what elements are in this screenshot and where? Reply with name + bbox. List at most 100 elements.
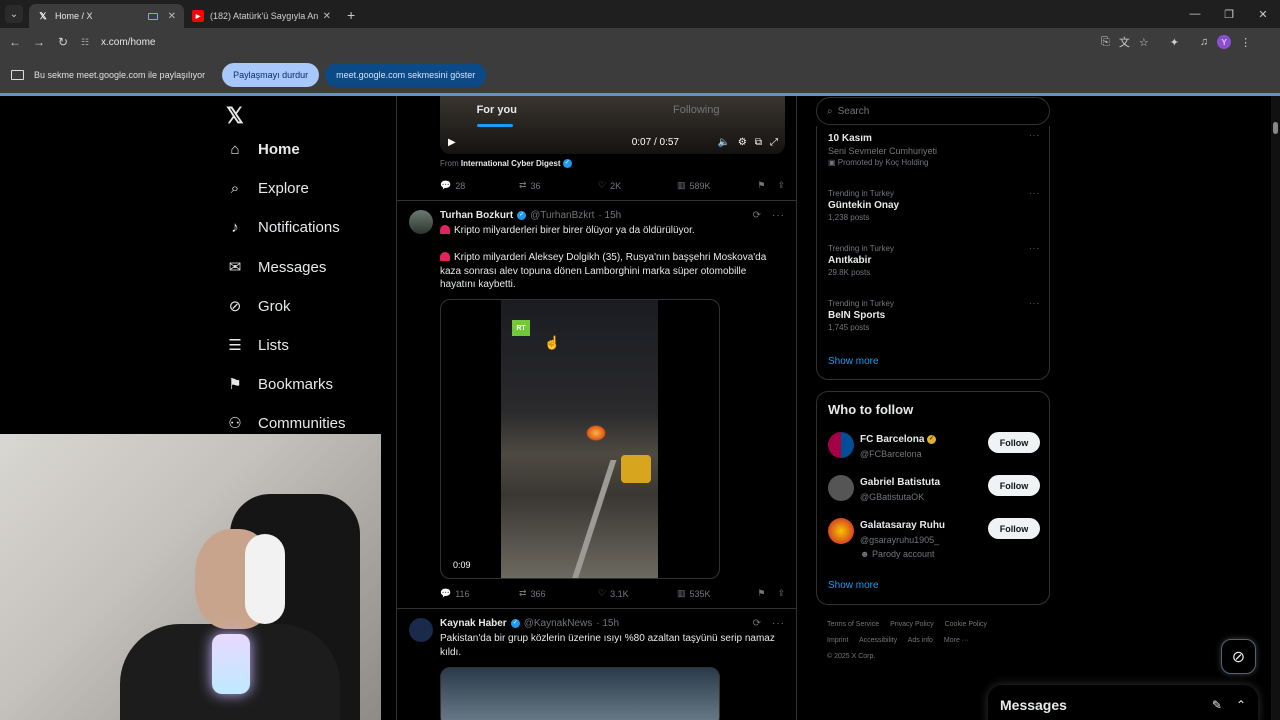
avatar[interactable] xyxy=(828,518,854,544)
tab-youtube[interactable]: ▶ (182) Atatürk'ü Saygıyla Anıyoruz ✕ xyxy=(184,4,339,28)
footer-link[interactable]: Accessibility xyxy=(859,637,897,644)
trend-item[interactable]: 10 Kasım Seni Sevmeler Cumhuriyeti ▣ Pro… xyxy=(828,131,1040,167)
volume-icon[interactable]: 🔈 xyxy=(717,137,729,148)
translate-icon[interactable]: 文 xyxy=(1119,34,1130,50)
new-tab-icon[interactable]: + xyxy=(347,7,355,23)
grok-explain-icon[interactable]: ⟳ xyxy=(753,618,762,629)
account-name[interactable]: Galatasaray Ruhu xyxy=(860,520,945,531)
author-name[interactable]: Turhan Bozkurt xyxy=(440,210,513,221)
forward-icon[interactable]: → xyxy=(27,35,51,49)
reply-button[interactable]: 💬 28 xyxy=(440,180,519,191)
trends-show-more-link[interactable]: Show more xyxy=(828,356,879,367)
stop-sharing-button[interactable]: Paylaşmayı durdur xyxy=(222,62,320,87)
install-icon[interactable]: ⎘ xyxy=(1101,36,1110,49)
nav-notifications[interactable]: ♪ Notifications xyxy=(226,219,339,236)
page-scrollbar[interactable] xyxy=(1271,96,1280,720)
reload-icon[interactable]: ↻ xyxy=(51,35,75,49)
tab-search-button[interactable]: ⌄ xyxy=(5,5,23,23)
tab-following[interactable]: Following xyxy=(597,96,797,128)
author-handle[interactable]: @KaynakNews xyxy=(524,618,593,629)
star-icon[interactable]: ☆ xyxy=(1139,36,1149,49)
share-icon[interactable]: ⇪ xyxy=(777,588,785,599)
views-button[interactable]: ▥ 589K xyxy=(677,180,756,191)
post-time[interactable]: · 15h xyxy=(598,210,621,221)
author-handle[interactable]: @TurhanBzkrt xyxy=(530,210,594,221)
messages-drawer[interactable]: Messages ✎ ⌃ xyxy=(988,685,1258,720)
back-icon[interactable]: ← xyxy=(3,35,27,49)
restore-icon[interactable]: ❐ xyxy=(1212,8,1246,21)
nav-explore[interactable]: ⌕ Explore xyxy=(226,180,309,197)
nav-lists[interactable]: ☰ Lists xyxy=(226,336,289,355)
account-name[interactable]: Gabriel Batistuta xyxy=(860,477,940,488)
share-icon[interactable]: ⇪ xyxy=(777,180,785,191)
nav-messages[interactable]: ✉ Messages xyxy=(226,258,327,277)
footer-link[interactable]: Imprint xyxy=(827,637,848,644)
address-bar[interactable]: ☷ x.com/home xyxy=(81,31,1091,53)
follow-button[interactable]: Follow xyxy=(988,518,1040,539)
site-settings-icon[interactable]: ☷ xyxy=(81,37,95,48)
source-name[interactable]: International Cyber Digest xyxy=(461,159,561,168)
account-name[interactable]: FC Barcelona xyxy=(860,434,924,445)
avatar[interactable] xyxy=(828,475,854,501)
more-icon[interactable]: ··· xyxy=(772,618,785,629)
avatar[interactable] xyxy=(409,210,433,234)
follow-button[interactable]: Follow xyxy=(988,475,1040,496)
menu-icon[interactable]: ⋮ xyxy=(1240,36,1251,49)
close-tab-icon[interactable]: ✕ xyxy=(323,11,331,22)
like-button[interactable]: ♡ 3.1K xyxy=(598,588,677,599)
grok-explain-icon[interactable]: ⟳ xyxy=(753,210,762,221)
more-icon[interactable]: ··· xyxy=(1029,299,1040,308)
follow-show-more-link[interactable]: Show more xyxy=(828,580,879,591)
follow-suggestion[interactable]: Gabriel Batistuta @GBatistutaOK Follow xyxy=(828,475,1040,504)
scrollbar-thumb[interactable] xyxy=(1273,122,1278,134)
trend-item[interactable]: Trending in Turkey Anıtkabir 29.8K posts… xyxy=(828,244,1040,277)
bookmark-icon[interactable]: ⚑ xyxy=(757,180,765,191)
media-icon[interactable]: ♫ xyxy=(1200,36,1208,48)
footer-link[interactable]: More ··· xyxy=(944,637,969,644)
post-image[interactable] xyxy=(440,667,720,720)
search-input[interactable]: ⌕ Search xyxy=(816,97,1050,125)
follow-suggestion[interactable]: Galatasaray Ruhu @gsarayruhu1905_ ☻ Paro… xyxy=(828,518,1040,561)
follow-button[interactable]: Follow xyxy=(988,432,1040,453)
more-icon[interactable]: ··· xyxy=(1029,189,1040,198)
nav-grok[interactable]: ⊘ Grok xyxy=(226,297,291,316)
footer-link[interactable]: Privacy Policy xyxy=(890,621,934,628)
avatar[interactable] xyxy=(409,618,433,642)
footer-link[interactable]: Cookie Policy xyxy=(945,621,987,628)
repost-button[interactable]: ⇄ 366 xyxy=(519,588,598,599)
bookmark-icon[interactable]: ⚑ xyxy=(757,588,765,599)
post-video[interactable]: RT ☝ 0:09 xyxy=(440,299,720,579)
new-message-icon[interactable]: ✎ xyxy=(1212,698,1222,712)
repost-button[interactable]: ⇄ 36 xyxy=(519,180,598,191)
close-tab-icon[interactable]: ✕ xyxy=(168,11,176,22)
more-icon[interactable]: ··· xyxy=(1029,131,1040,140)
grok-floating-button[interactable]: ⊘ xyxy=(1221,639,1256,674)
footer-link[interactable]: Ads info xyxy=(908,637,933,644)
more-icon[interactable]: ··· xyxy=(1029,244,1040,253)
footer-link[interactable]: Terms of Service xyxy=(827,621,879,628)
like-button[interactable]: ♡ 2K xyxy=(598,180,677,191)
reply-button[interactable]: 💬 116 xyxy=(440,588,519,599)
fullscreen-icon[interactable]: ⤢ xyxy=(770,137,778,148)
follow-suggestion[interactable]: FC Barcelona ✓ @FCBarcelona Follow xyxy=(828,432,1040,461)
more-icon[interactable]: ··· xyxy=(772,210,785,221)
nav-home[interactable]: ⌂ Home xyxy=(226,141,299,158)
tab-home-x[interactable]: 𝕏 Home / X ✕ xyxy=(29,4,184,28)
trend-item[interactable]: Trending in Turkey BeIN Sports 1,745 pos… xyxy=(828,299,1040,332)
minimize-icon[interactable]: — xyxy=(1178,8,1212,20)
nav-communities[interactable]: ⚇ Communities xyxy=(226,414,345,433)
close-window-icon[interactable]: ✕ xyxy=(1246,8,1280,21)
avatar[interactable] xyxy=(828,432,854,458)
play-icon[interactable]: ▶ xyxy=(448,137,456,148)
views-button[interactable]: ▥ 535K xyxy=(677,588,756,599)
show-meet-tab-button[interactable]: meet.google.com sekmesini göster xyxy=(325,62,487,87)
pip-icon[interactable]: ⧉ xyxy=(755,137,762,148)
tab-for-you[interactable]: For you xyxy=(397,96,597,128)
expand-icon[interactable]: ⌃ xyxy=(1236,698,1246,712)
extensions-icon[interactable]: ✦ xyxy=(1170,36,1179,49)
post-time[interactable]: · 15h xyxy=(596,618,619,629)
author-name[interactable]: Kaynak Haber xyxy=(440,618,507,629)
profile-avatar[interactable]: Y xyxy=(1217,35,1232,49)
settings-icon[interactable]: ⚙ xyxy=(738,137,747,148)
trend-item[interactable]: Trending in Turkey Güntekin Onay 1,238 p… xyxy=(828,189,1040,222)
